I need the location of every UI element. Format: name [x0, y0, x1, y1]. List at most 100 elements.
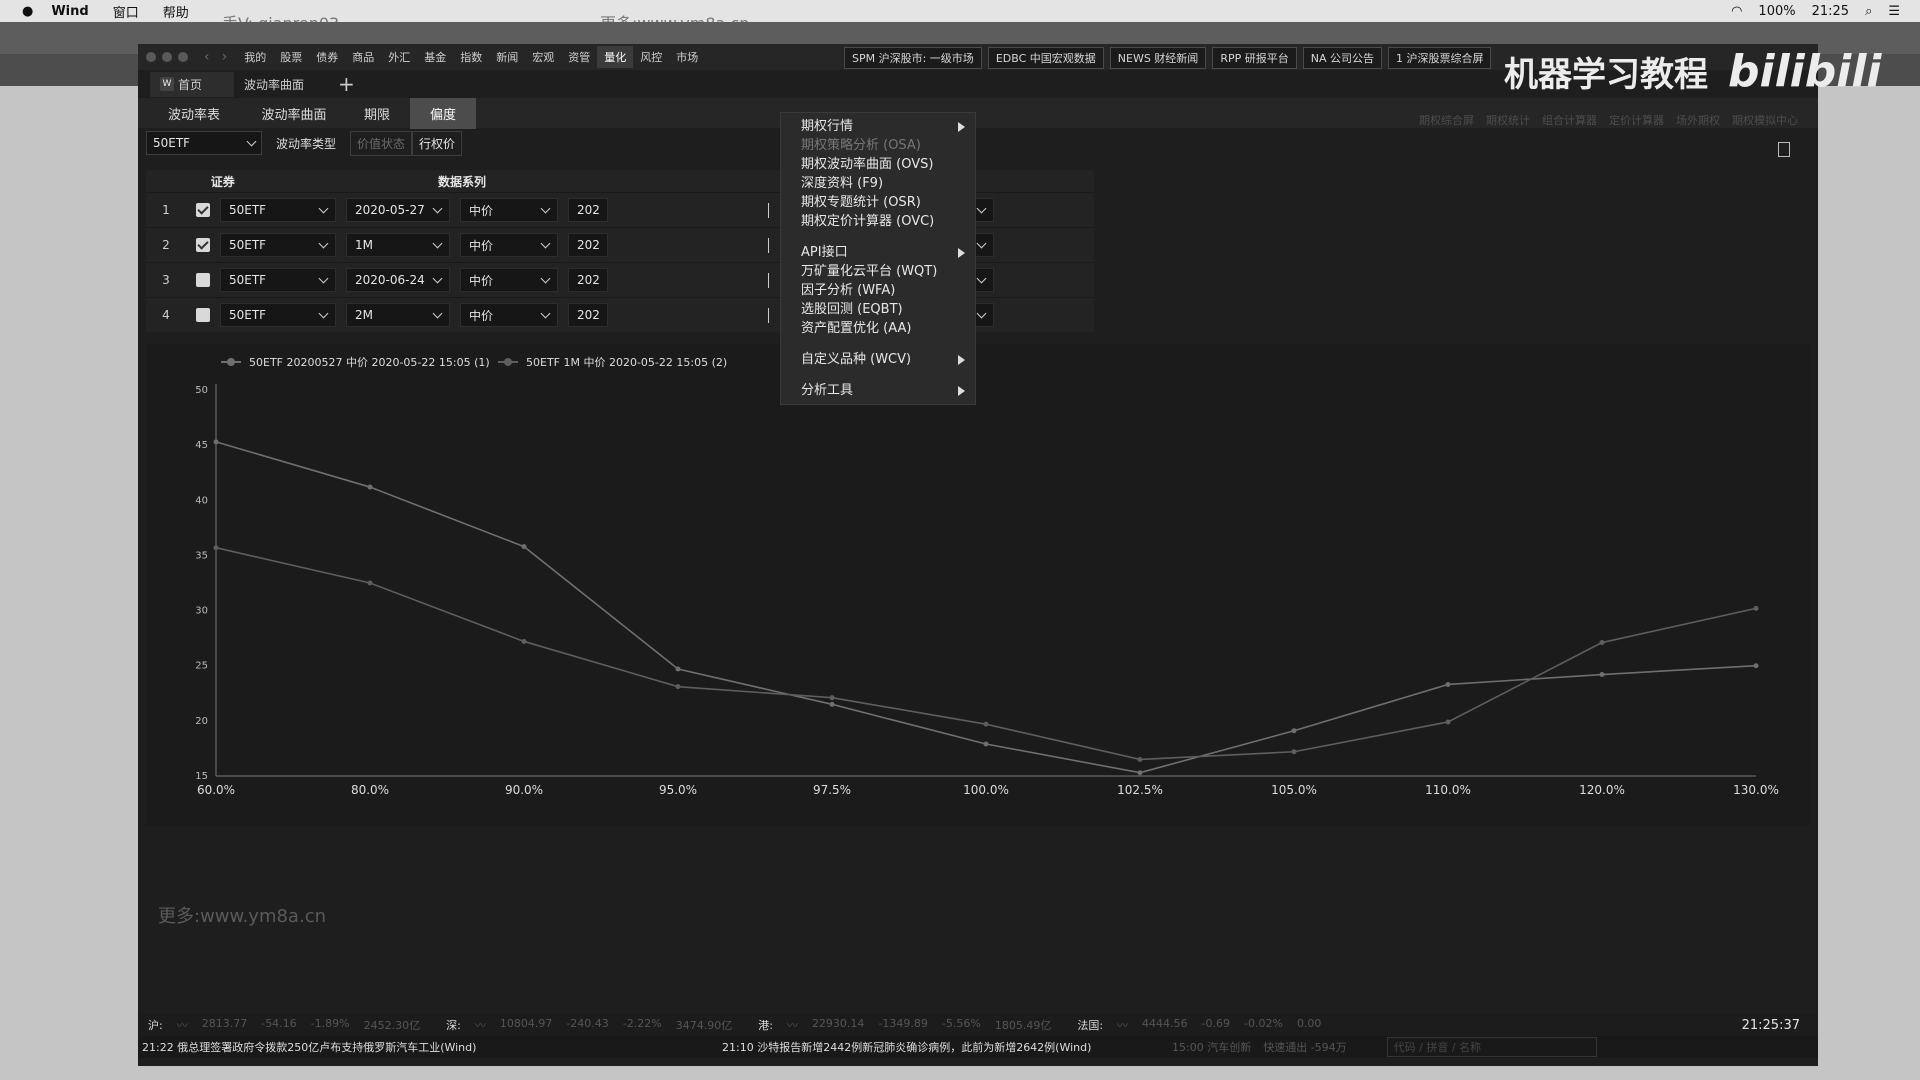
- right-link[interactable]: 期权统计: [1486, 112, 1530, 128]
- quick-link[interactable]: NA 公司公告: [1302, 47, 1382, 69]
- series-extra-select[interactable]: 202: [568, 198, 608, 222]
- right-link[interactable]: 定价计算器: [1609, 112, 1664, 128]
- strike-button[interactable]: 行权价: [412, 130, 463, 156]
- price-select[interactable]: 中价: [460, 233, 558, 257]
- menu-item-label: 因子分析 (WFA): [801, 283, 896, 298]
- main-menu-item[interactable]: 我的: [237, 46, 273, 68]
- main-menu-item[interactable]: 量化: [597, 46, 634, 68]
- menu-help[interactable]: 帮助: [163, 2, 189, 21]
- main-menu-item[interactable]: 股票: [273, 46, 309, 68]
- back-icon[interactable]: ‹: [204, 49, 210, 65]
- menu-item[interactable]: 自定义品种 (WCV): [781, 350, 975, 369]
- document-icon[interactable]: [1778, 142, 1790, 157]
- main-menu-item[interactable]: 债券: [309, 46, 345, 68]
- apple-icon[interactable]: ●: [22, 4, 33, 19]
- right-link[interactable]: 期权综合屏: [1419, 112, 1474, 128]
- quick-link[interactable]: SPM 沪深股市: 一级市场: [844, 47, 982, 69]
- main-menu-item[interactable]: 宏观: [525, 46, 561, 68]
- market-item[interactable]: 港: 〰 22930.14 -1349.89 -5.56% 1805.49亿: [758, 1017, 1051, 1033]
- row-checkbox[interactable]: [196, 308, 210, 322]
- price-select[interactable]: 中价: [460, 198, 558, 222]
- minimize-icon[interactable]: [162, 52, 172, 62]
- date-select[interactable]: 1M: [346, 233, 450, 257]
- market-item[interactable]: 沪: 〰 2813.77 -54.16 -1.89% 2452.30亿: [148, 1017, 420, 1033]
- main-menu-item[interactable]: 资管: [561, 46, 597, 68]
- subtab-vol-table[interactable]: 波动率表: [144, 98, 244, 129]
- security-select[interactable]: 50ETF: [220, 303, 336, 327]
- menu-item[interactable]: 选股回测 (EQBT): [781, 300, 975, 319]
- market-item[interactable]: 深: 〰 10804.97 -240.43 -2.22% 3474.90亿: [446, 1017, 732, 1033]
- underlying-value: 50ETF: [153, 136, 191, 150]
- price-select[interactable]: 中价: [460, 268, 558, 292]
- underlying-select[interactable]: 50ETF: [146, 131, 262, 155]
- security-select[interactable]: 50ETF: [220, 233, 336, 257]
- menu-item[interactable]: 期权专题统计 (OSR): [781, 193, 975, 212]
- value-state-button[interactable]: 价值状态: [350, 130, 413, 156]
- market-item[interactable]: 法国: 〰 4444.56 -0.69 -0.02% 0.00: [1077, 1017, 1321, 1033]
- price-select[interactable]: 中价: [460, 303, 558, 327]
- quick-link[interactable]: EDBC 中国宏观数据: [987, 47, 1104, 69]
- search-icon[interactable]: ⌕: [1865, 4, 1872, 19]
- list-icon[interactable]: ☰: [1888, 4, 1900, 19]
- close-icon[interactable]: [146, 52, 156, 62]
- chevron-down-icon: [540, 273, 551, 283]
- menu-item[interactable]: 深度资料 (F9): [781, 174, 975, 193]
- security-select[interactable]: 50ETF: [220, 268, 336, 292]
- chevron-down-icon: [318, 238, 329, 248]
- subtab-term[interactable]: 期限: [344, 98, 410, 129]
- subtab-vol-surface[interactable]: 波动率曲面: [244, 98, 344, 129]
- security-select[interactable]: 50ETF: [220, 198, 336, 222]
- search-input[interactable]: 代码 / 拼音 / 名称: [1386, 1037, 1597, 1057]
- battery-percent[interactable]: 100%: [1758, 4, 1795, 19]
- row-checkbox[interactable]: [196, 203, 210, 217]
- right-link[interactable]: 组合计算器: [1542, 112, 1597, 128]
- app-menu-wind[interactable]: Wind: [51, 4, 88, 19]
- menu-item[interactable]: 万矿量化云平台 (WQT): [781, 262, 975, 281]
- menu-item[interactable]: 资产配置优化 (AA): [781, 319, 975, 338]
- date-select[interactable]: 2M: [346, 303, 450, 327]
- right-link[interactable]: 场外期权: [1676, 112, 1720, 128]
- price-select-value: 中价: [469, 238, 494, 253]
- market-value: 4444.56: [1142, 1017, 1188, 1030]
- menu-item[interactable]: 因子分析 (WFA): [781, 281, 975, 300]
- row-checkbox[interactable]: [196, 238, 210, 252]
- clock[interactable]: 21:25: [1812, 4, 1849, 19]
- menu-item[interactable]: 分析工具: [781, 381, 975, 400]
- menu-item[interactable]: 期权行情: [781, 117, 975, 136]
- right-link[interactable]: 期权模拟中心: [1732, 112, 1798, 128]
- main-menu-item[interactable]: 指数: [453, 46, 489, 68]
- date-select[interactable]: 2020-05-27: [346, 198, 450, 222]
- series-extra-select[interactable]: 202: [568, 233, 608, 257]
- quick-link[interactable]: 1 沪深股票综合屏: [1387, 47, 1492, 69]
- main-menu-item[interactable]: 风控: [633, 46, 669, 68]
- market-value: -0.02%: [1244, 1017, 1283, 1030]
- sparkline-icon: 〰: [1117, 1019, 1129, 1032]
- main-menu-item[interactable]: 外汇: [381, 46, 417, 68]
- main-menu-item[interactable]: 商品: [345, 46, 381, 68]
- menu-item[interactable]: 期权波动率曲面 (OVS): [781, 155, 975, 174]
- wifi-icon[interactable]: ◠: [1731, 4, 1742, 19]
- main-menu-item[interactable]: 新闻: [489, 46, 525, 68]
- menu-item[interactable]: API接口: [781, 243, 975, 262]
- menu-item[interactable]: 期权定价计算器 (OVC): [781, 212, 975, 231]
- quick-link[interactable]: RPP 研报平台: [1212, 47, 1297, 69]
- market-value: 2452.30亿: [363, 1019, 421, 1032]
- menu-item-label: 期权专题统计 (OSR): [801, 195, 921, 210]
- add-tab-icon[interactable]: +: [338, 72, 355, 96]
- forward-icon[interactable]: ›: [222, 49, 228, 65]
- security-select-value: 50ETF: [229, 273, 267, 287]
- subtab-skew[interactable]: 偏度: [410, 97, 476, 129]
- series-extra-select[interactable]: 202: [568, 303, 608, 327]
- news-left[interactable]: 21:22 俄总理签署政府令拨款250亿卢布支持俄罗斯汽车工业(Wind): [142, 1039, 612, 1055]
- maximize-icon[interactable]: [178, 52, 188, 62]
- news-mid[interactable]: 21:10 沙特报告新增2442例新冠肺炎确诊病例，此前为新增2642例(Win…: [722, 1039, 1142, 1055]
- menu-window[interactable]: 窗口: [113, 2, 139, 21]
- quick-link[interactable]: NEWS 财经新闻: [1109, 47, 1207, 69]
- tab-volatility-surface[interactable]: 波动率曲面: [234, 72, 314, 97]
- series-extra-select[interactable]: 202: [568, 268, 608, 292]
- date-select[interactable]: 2020-06-24: [346, 268, 450, 292]
- main-menu-item[interactable]: 市场: [669, 46, 705, 68]
- row-checkbox[interactable]: [196, 273, 210, 287]
- tab-home[interactable]: W 首页: [150, 71, 234, 97]
- main-menu-item[interactable]: 基金: [417, 46, 453, 68]
